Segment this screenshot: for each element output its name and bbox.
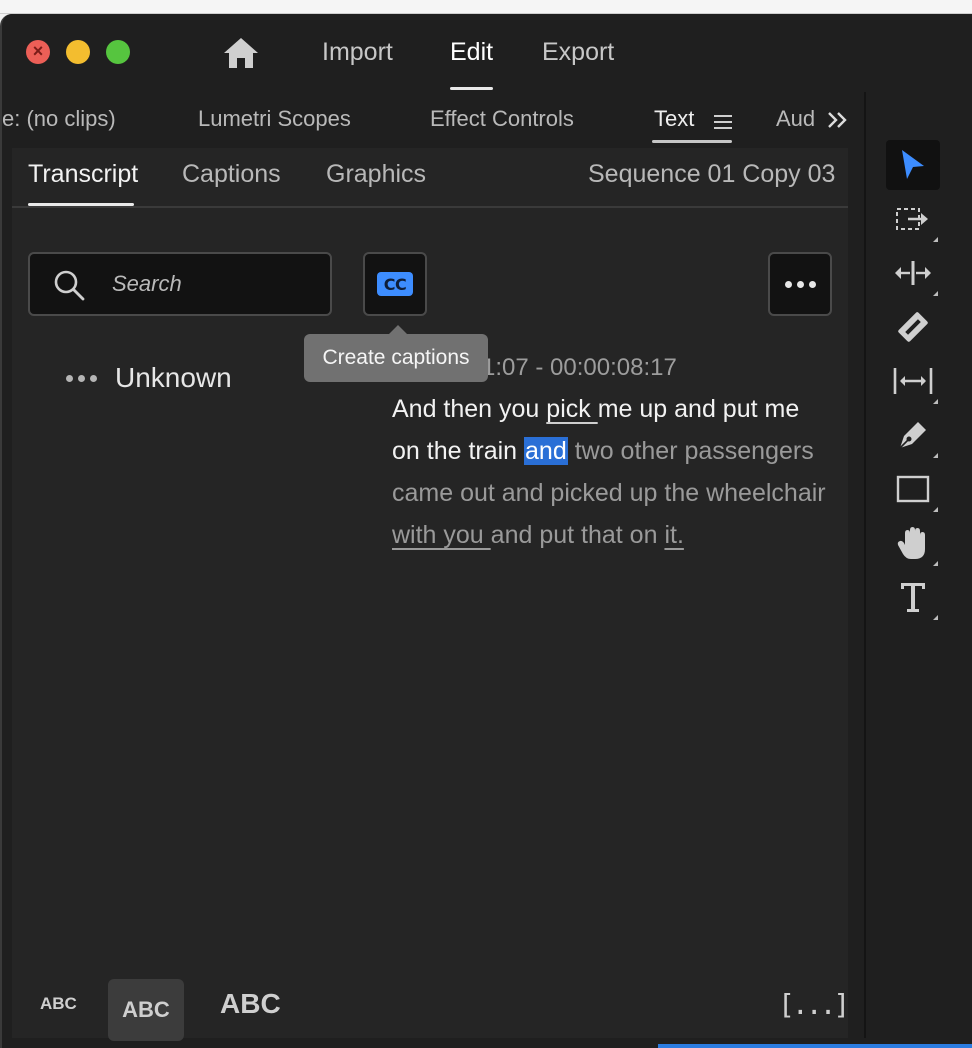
text-size-small-button[interactable]: ABC xyxy=(40,994,77,1014)
workspace-tab-import[interactable]: Import xyxy=(322,38,393,78)
transcript-word[interactable]: pick xyxy=(546,395,597,423)
rectangle-icon xyxy=(896,475,930,503)
title-bar: Import Edit Export xyxy=(2,14,972,92)
more-horizontal-icon xyxy=(784,280,792,288)
panel-tab-effect-controls[interactable]: Effect Controls xyxy=(430,106,574,132)
sequence-name: Sequence 01 Copy 03 xyxy=(588,160,836,188)
ripple-edit-icon xyxy=(895,261,931,285)
home-button[interactable] xyxy=(222,36,260,70)
track-select-forward-tool[interactable] xyxy=(886,194,940,244)
create-captions-tooltip: Create captions xyxy=(304,325,488,382)
minimize-window-button[interactable] xyxy=(66,40,90,64)
zoom-window-button[interactable] xyxy=(106,40,130,64)
hand-tool[interactable] xyxy=(886,518,940,568)
tab-graphics[interactable]: Graphics xyxy=(326,160,426,189)
create-captions-button[interactable]: CC xyxy=(363,252,427,316)
close-window-button[interactable] xyxy=(26,40,50,64)
hamburger-menu-icon xyxy=(714,115,732,129)
desktop-top-strip xyxy=(0,0,972,14)
track-select-forward-icon xyxy=(896,208,928,230)
transcript-word[interactable]: it. xyxy=(664,521,683,549)
selection-tool[interactable] xyxy=(886,140,940,190)
show-pauses-button[interactable]: [...] xyxy=(778,988,850,1021)
search-box[interactable] xyxy=(28,252,332,316)
transcript-tab-underline xyxy=(28,203,134,206)
cc-icon: CC xyxy=(377,272,413,296)
text-size-large-button[interactable]: ABC xyxy=(220,988,281,1020)
panel-tab-audio[interactable]: Aud xyxy=(776,106,815,132)
text-tab-underline xyxy=(652,140,732,143)
workspace-tab-export[interactable]: Export xyxy=(542,38,614,78)
search-icon xyxy=(54,270,85,301)
tools-panel xyxy=(864,92,972,1038)
selection-tool-icon xyxy=(902,150,924,179)
more-options-button[interactable] xyxy=(768,252,832,316)
transcript-word[interactable]: and put that on xyxy=(491,521,665,549)
panel-menu-button[interactable] xyxy=(714,114,734,135)
razor-tool[interactable] xyxy=(886,302,940,352)
text-panel: Transcript Captions Graphics Sequence 01… xyxy=(12,148,850,1041)
workspace-tab-edit[interactable]: Edit xyxy=(450,38,494,90)
panel-tab-bar: e: (no clips) Lumetri Scopes Effect Cont… xyxy=(2,92,860,148)
speaker-row: Unknown xyxy=(66,362,232,394)
panel-tab-lumetri-scopes[interactable]: Lumetri Scopes xyxy=(198,106,351,132)
home-icon xyxy=(224,38,258,68)
slip-tool[interactable] xyxy=(886,356,940,406)
panel-overflow-button[interactable] xyxy=(826,110,850,135)
tab-transcript[interactable]: Transcript xyxy=(28,160,138,189)
transcript-word-selected[interactable]: and xyxy=(524,437,568,465)
search-input[interactable] xyxy=(112,266,312,302)
pen-tool[interactable] xyxy=(886,410,940,460)
segment-timecode: 1:07 - 00:00:08:17 xyxy=(482,354,677,381)
panel-tab-source[interactable]: e: (no clips) xyxy=(2,106,116,132)
transcript-word[interactable]: with you xyxy=(392,521,491,549)
type-icon xyxy=(901,583,925,612)
panel-tab-text[interactable]: Text xyxy=(654,106,694,132)
text-size-medium-button[interactable]: ABC xyxy=(108,979,184,1041)
transcript-word[interactable]: And then you xyxy=(392,395,546,423)
ripple-edit-tool[interactable] xyxy=(886,248,940,298)
slip-icon xyxy=(893,368,933,394)
speaker-options-button[interactable] xyxy=(66,374,97,382)
speaker-name[interactable]: Unknown xyxy=(115,362,232,394)
rectangle-tool[interactable] xyxy=(886,464,940,514)
hand-icon xyxy=(897,527,925,559)
text-size-bar: ABC ABC ABC [...] xyxy=(12,974,850,1041)
type-tool[interactable] xyxy=(886,572,940,622)
text-panel-subtabs: Transcript Captions Graphics Sequence 01… xyxy=(12,148,848,208)
double-chevron-right-icon xyxy=(828,112,847,128)
razor-icon xyxy=(898,312,928,342)
pen-icon xyxy=(899,422,926,449)
tab-captions[interactable]: Captions xyxy=(182,160,281,189)
transcript-text[interactable]: And then you pick me up and put me on th… xyxy=(392,388,832,556)
bottom-accent-bar xyxy=(658,1044,972,1048)
premiere-window: Import Edit Export e: (no clips) Lumetri… xyxy=(0,14,972,1048)
